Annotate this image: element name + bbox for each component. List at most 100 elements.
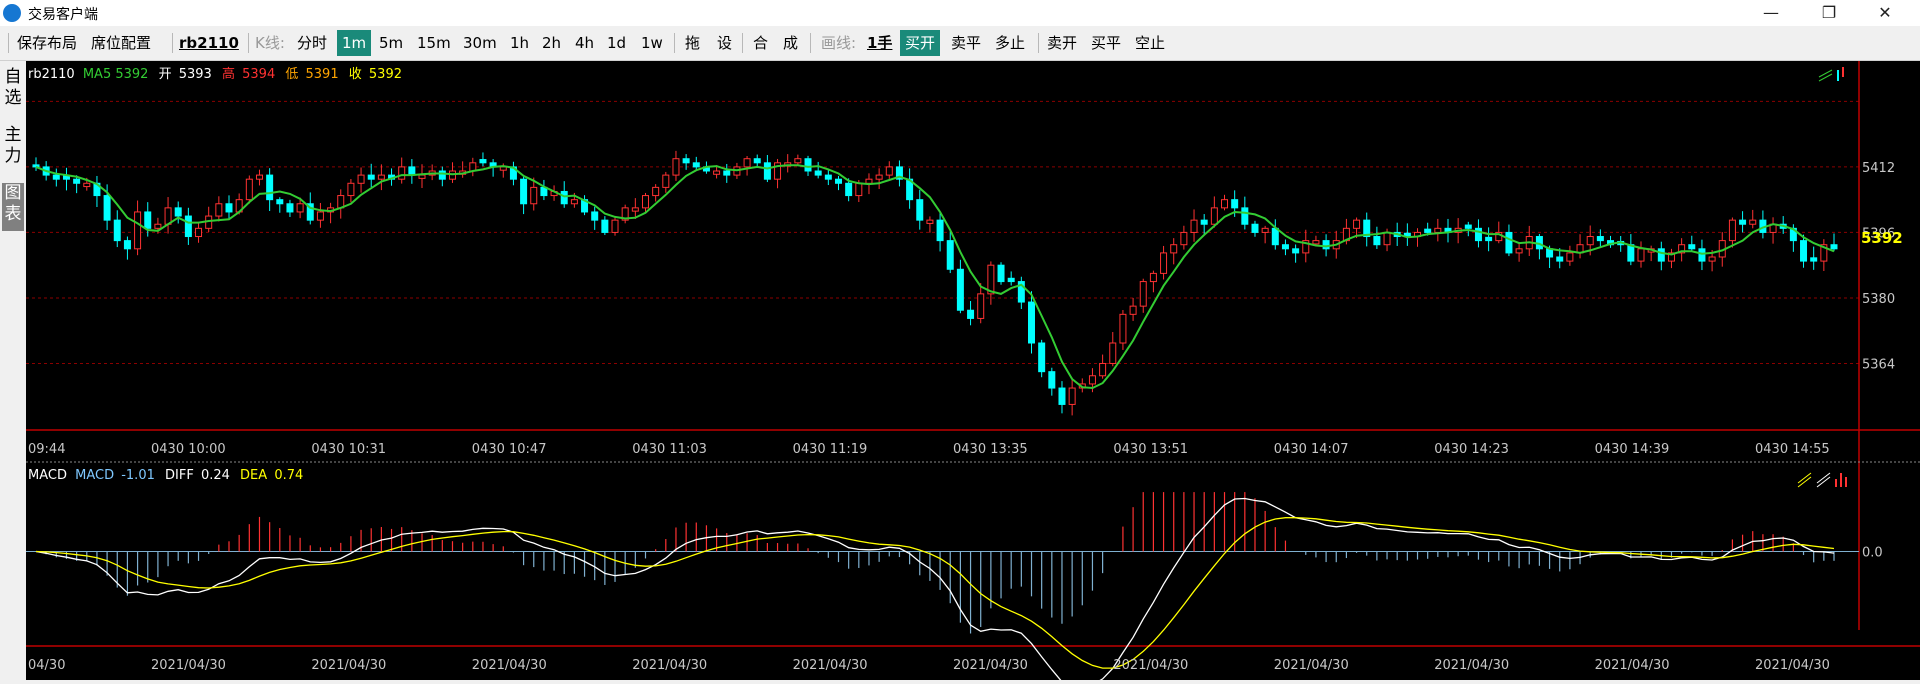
candle-down [682, 158, 690, 164]
candle-down [367, 174, 375, 180]
candle-down [103, 195, 111, 221]
stop-short-button[interactable]: 空止 [1130, 30, 1170, 56]
candle-up [672, 158, 680, 176]
buy-close-button[interactable]: 买平 [1086, 30, 1126, 56]
period-tab-30m[interactable]: 30m [458, 30, 502, 56]
candle-up [245, 178, 253, 201]
candle-down [692, 162, 700, 168]
candle-up [1383, 231, 1391, 246]
volume-tool-button[interactable]: 成 [778, 30, 803, 56]
buy-open-button[interactable]: 买开 [900, 30, 941, 56]
time-tick-label: 0430 13:35 [953, 442, 1028, 457]
save-layout-button[interactable]: 保存布局 [12, 30, 82, 56]
sidebar-tab-label: 图表 [4, 183, 22, 224]
time-tick-label: 0430 11:19 [793, 442, 868, 457]
candle-up [1586, 236, 1594, 246]
date-tick-label: 04/30 [28, 658, 65, 673]
candle-down [1556, 256, 1564, 262]
period-tab-1w[interactable]: 1w [636, 30, 668, 56]
period-tab-4h[interactable]: 4h [570, 30, 599, 56]
date-tick-label: 2021/04/30 [1595, 658, 1670, 673]
candle-up [1728, 219, 1736, 242]
last-price-label: 5392 [1861, 229, 1903, 247]
candle-down [956, 268, 964, 311]
window-title: 交易客户端 [28, 7, 98, 23]
sell-close-button[interactable]: 卖平 [946, 30, 986, 56]
date-tick-label: 2021/04/30 [953, 658, 1028, 673]
period-tab-1d[interactable]: 1d [602, 30, 631, 56]
period-tab-1h[interactable]: 1h [505, 30, 534, 56]
candle-down [1800, 240, 1808, 262]
candle-up [570, 199, 578, 205]
candle-up [652, 186, 660, 197]
sidebar-tab-watchlist[interactable]: 自选 [2, 67, 24, 111]
lot-size-selector[interactable]: 1手 [862, 30, 897, 56]
macd-legend: MACD MACD -1.01 DIFF 0.24 DEA 0.74 [28, 468, 303, 483]
candle-up [1749, 219, 1757, 225]
legend-close-label: 收 [349, 67, 362, 82]
period-tab-fenshi[interactable]: 分时 [292, 30, 332, 56]
candle-down [520, 178, 528, 205]
legend-ma5: MA5 5392 [83, 67, 149, 82]
maximize-button[interactable]: ❐ [1806, 0, 1852, 26]
sidebar-tab-chart[interactable]: 图表 [2, 183, 24, 231]
sidebar-tab-label: 主力 [4, 125, 22, 166]
minimize-button[interactable]: — [1748, 0, 1794, 26]
candle-up [1190, 219, 1198, 233]
macd-zero-label: 0.0 [1862, 546, 1883, 561]
candle-up [1149, 272, 1157, 283]
candle-down [286, 203, 294, 213]
seat-config-button[interactable]: 席位配置 [86, 30, 156, 56]
sidebar: 自选 主力 图表 [0, 61, 26, 680]
candle-up [926, 219, 934, 224]
candle-up [713, 170, 721, 175]
price-tick-label: 5380 [1862, 292, 1895, 307]
toolbar-separator [172, 33, 173, 53]
candle-down [1505, 231, 1513, 254]
toolbar-separator [742, 33, 743, 53]
candle-down [1292, 248, 1300, 254]
chart-area[interactable]: 5412 5396 5380 5364 5392 09:44 0430 10:00 043… [26, 61, 1920, 684]
time-tick-label: 0430 14:55 [1755, 442, 1830, 457]
candle-down [814, 170, 822, 176]
period-tab-15m[interactable]: 15m [412, 30, 456, 56]
candle-down [1038, 342, 1046, 373]
toolbar-separator [248, 33, 249, 53]
candle-up [1637, 248, 1645, 262]
period-tab-2h[interactable]: 2h [537, 30, 566, 56]
candle-up [398, 166, 406, 180]
candle-up [794, 158, 802, 164]
sell-open-button[interactable]: 卖开 [1042, 30, 1082, 56]
time-tick-label: 09:44 [28, 442, 65, 457]
time-tick-label: 0430 14:07 [1274, 442, 1349, 457]
sidebar-tab-main-contract[interactable]: 主力 [2, 125, 24, 169]
candle-up [1099, 362, 1107, 377]
candle-up [195, 227, 203, 238]
candle-down [1810, 257, 1818, 262]
candle-up [1088, 375, 1096, 385]
settings-tool-button[interactable]: 设 [712, 30, 737, 56]
candle-down [1281, 244, 1289, 250]
chart-svg[interactable]: 5412539653805364 5392 09:44 0430 10:00 043… [26, 61, 1920, 684]
candle-down [266, 174, 274, 201]
candle-down [32, 164, 40, 168]
candle-up [1180, 231, 1188, 246]
drag-tool-button[interactable]: 拖 [680, 30, 705, 56]
candle-down [753, 158, 761, 164]
period-tab-5m[interactable]: 5m [374, 30, 408, 56]
time-tick-label: 0430 13:51 [1113, 442, 1188, 457]
candle-down [946, 240, 954, 270]
symbol-selector[interactable]: rb2110 [174, 30, 244, 56]
draw-line-label: 画线: [821, 34, 857, 52]
candle-up [662, 174, 670, 188]
candle-down [1657, 248, 1665, 262]
candle-down [479, 159, 487, 164]
candle-down [1007, 277, 1015, 283]
merge-tool-button[interactable]: 合 [748, 30, 773, 56]
legend-high-value: 5394 [242, 67, 275, 82]
legend-low-label: 低 [285, 67, 298, 82]
close-button[interactable]: ✕ [1862, 0, 1908, 26]
stop-long-button[interactable]: 多止 [990, 30, 1030, 56]
candle-down [225, 203, 233, 213]
period-tab-1m[interactable]: 1m [337, 30, 372, 56]
